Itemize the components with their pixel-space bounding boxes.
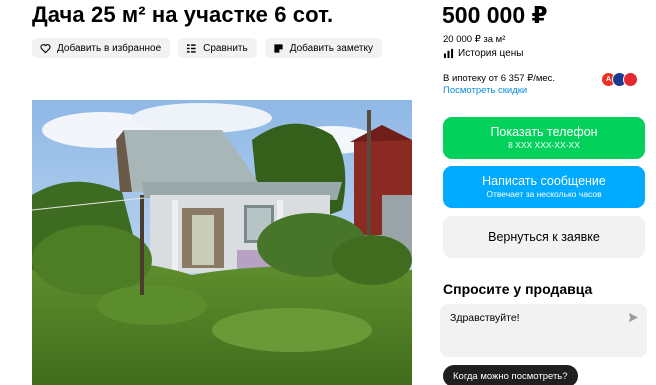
listing-photo[interactable] bbox=[32, 100, 412, 385]
message-input-value: Здравствуйте! bbox=[450, 312, 520, 324]
message-input[interactable]: Здравствуйте! bbox=[440, 304, 647, 357]
show-phone-button[interactable]: Показать телефон 8 XXX XXX-XX-XX bbox=[443, 117, 645, 159]
note-icon bbox=[274, 43, 283, 53]
compare-icon bbox=[187, 43, 196, 53]
return-to-request-label: Вернуться к заявке bbox=[488, 230, 600, 244]
suggestion-chip[interactable]: Когда можно посмотреть? bbox=[443, 365, 578, 385]
listing-price: 500 000 ₽ bbox=[442, 2, 548, 28]
write-message-button[interactable]: Написать сообщение Отвечает за несколько… bbox=[443, 166, 645, 208]
bank-logos: А bbox=[601, 72, 638, 87]
mortgage-text: В ипотеку от 6 357 ₽/мес. bbox=[443, 73, 556, 84]
bank-logo-3 bbox=[623, 72, 638, 87]
compare-label: Сравнить bbox=[203, 42, 248, 54]
add-to-favorites-button[interactable]: Добавить в избранное bbox=[32, 38, 171, 58]
chart-icon bbox=[443, 48, 454, 59]
show-phone-label: Показать телефон bbox=[490, 125, 598, 139]
view-discounts-link[interactable]: Посмотреть скидки bbox=[443, 85, 527, 96]
add-note-label: Добавить заметку bbox=[289, 42, 373, 54]
send-icon[interactable] bbox=[628, 312, 639, 323]
listing-title: Дача 25 м² на участке 6 сот. bbox=[32, 2, 334, 27]
response-time: Отвечает за несколько часов bbox=[486, 189, 602, 199]
price-history-label: История цены bbox=[458, 48, 524, 59]
add-note-button[interactable]: Добавить заметку bbox=[264, 38, 382, 58]
add-to-favorites-label: Добавить в избранное bbox=[57, 42, 162, 54]
write-message-label: Написать сообщение bbox=[482, 174, 606, 188]
compare-button[interactable]: Сравнить bbox=[178, 38, 257, 58]
listing-actions: Добавить в избранное Сравнить Добавить з… bbox=[32, 38, 382, 58]
dacha-house-photo bbox=[32, 100, 412, 385]
heart-icon bbox=[40, 43, 51, 53]
phone-mask: 8 XXX XXX-XX-XX bbox=[508, 140, 580, 150]
price-history-link[interactable]: История цены bbox=[443, 48, 523, 59]
ask-seller-heading: Спросите у продавца bbox=[443, 281, 593, 297]
price-per-square-meter: 20 000 ₽ за м² bbox=[443, 34, 506, 45]
return-to-request-button[interactable]: Вернуться к заявке bbox=[443, 216, 645, 258]
